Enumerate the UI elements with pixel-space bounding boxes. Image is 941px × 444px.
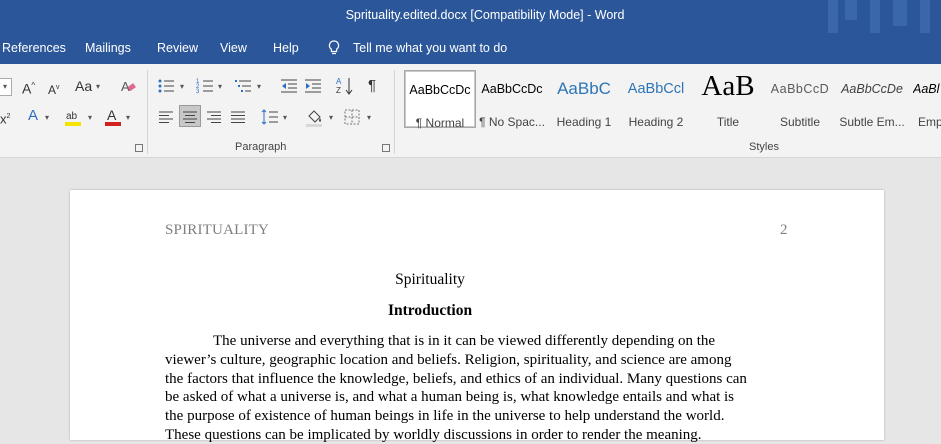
- multilevel-list-icon[interactable]: [234, 77, 252, 95]
- style-sample: AaBbCcD: [770, 82, 830, 96]
- tab-references[interactable]: References: [2, 41, 66, 55]
- superscript-icon[interactable]: x2: [0, 109, 10, 127]
- style-heading-2[interactable]: AaBbCcl Heading 2: [620, 70, 692, 129]
- tab-mailings[interactable]: Mailings: [85, 41, 131, 55]
- paragraph-line: the purpose of existence of human beings…: [165, 408, 725, 424]
- style-sample: AaBbC: [557, 79, 611, 98]
- chevron-down-icon: ▾: [3, 82, 8, 91]
- styles-group-label: Styles: [749, 141, 779, 153]
- style-sample: AaBbCcDc: [409, 83, 471, 97]
- lightbulb-icon[interactable]: [328, 40, 340, 56]
- increase-indent-icon[interactable]: [304, 77, 322, 95]
- tab-help[interactable]: Help: [273, 41, 299, 55]
- font-color-icon[interactable]: A: [104, 107, 122, 127]
- chevron-down-icon: ▾: [45, 113, 50, 122]
- highlight-icon[interactable]: ab: [64, 107, 84, 127]
- menu-bar: References Mailings Review View Help Tel…: [0, 33, 941, 64]
- style-name: Subtle Em...: [839, 115, 905, 129]
- divider: [394, 70, 395, 154]
- paragraph-group-label: Paragraph: [235, 141, 287, 153]
- align-right-icon[interactable]: [206, 109, 222, 125]
- numbering-icon[interactable]: 123: [196, 77, 214, 95]
- svg-text:A: A: [336, 77, 342, 86]
- style-heading-1[interactable]: AaBbC Heading 1: [548, 70, 620, 129]
- bullets-icon[interactable]: [157, 77, 175, 95]
- style-name: Heading 1: [556, 115, 612, 129]
- paragraph-dialog-launcher[interactable]: [382, 144, 390, 152]
- shrink-font-icon[interactable]: Av: [48, 80, 60, 98]
- paragraph-line: The universe and everything that is in i…: [213, 333, 716, 349]
- chevron-down-icon: ▾: [88, 113, 93, 122]
- chevron-down-icon: ▾: [218, 82, 223, 91]
- paragraph-line: the factors that influence the knowledge…: [165, 371, 747, 387]
- style-sample: AaB: [701, 70, 755, 102]
- paragraph-line: viewer’s culture, geographic location an…: [165, 352, 732, 368]
- grow-font-icon[interactable]: A^: [22, 78, 35, 97]
- svg-text:3: 3: [196, 89, 200, 95]
- align-center-icon[interactable]: [182, 109, 198, 125]
- style-name: ¶ No Spac...: [479, 115, 545, 129]
- chevron-down-icon: ▾: [367, 113, 372, 122]
- style-normal[interactable]: AaBbCcDc ¶ Normal: [404, 70, 476, 130]
- style-sample: AaBbCcDc: [481, 82, 543, 96]
- chevron-down-icon: ▾: [96, 82, 101, 91]
- decorative-pattern: [920, 0, 930, 33]
- svg-text:ab: ab: [66, 111, 78, 122]
- chevron-down-icon: ▾: [283, 113, 288, 122]
- running-header: SPIRITUALITY: [165, 222, 270, 238]
- tab-review[interactable]: Review: [157, 41, 198, 55]
- decorative-pattern: [845, 0, 857, 20]
- clear-formatting-icon[interactable]: A: [120, 78, 136, 94]
- paragraph-line: These questions can be implicated by wor…: [165, 427, 702, 443]
- chevron-down-icon: ▾: [180, 82, 185, 91]
- style-name: ¶ Normal: [415, 116, 465, 130]
- style-no-spacing[interactable]: AaBbCcDc ¶ No Spac...: [476, 70, 548, 129]
- paragraph-line: be asked of what a universe is, and what…: [165, 389, 735, 405]
- style-subtle-emphasis[interactable]: AaBbCcDe Subtle Em...: [836, 70, 908, 129]
- document-title: Spirituality: [395, 271, 465, 288]
- style-name: Title: [716, 115, 740, 129]
- tab-view[interactable]: View: [220, 41, 247, 55]
- font-dialog-launcher[interactable]: [135, 144, 143, 152]
- tell-me-search[interactable]: Tell me what you want to do: [353, 41, 507, 55]
- style-emphasis[interactable]: AaBl Emp: [908, 70, 941, 129]
- decorative-pattern: [893, 0, 907, 26]
- decrease-indent-icon[interactable]: [280, 77, 298, 95]
- borders-icon[interactable]: [344, 109, 360, 125]
- show-formatting-marks-icon[interactable]: ¶: [368, 78, 376, 94]
- divider: [147, 70, 148, 154]
- style-sample: AaBbCcDe: [841, 82, 903, 96]
- style-subtitle[interactable]: AaBbCcD Subtitle: [764, 70, 836, 129]
- sort-icon[interactable]: AZ: [336, 76, 354, 96]
- chevron-down-icon: ▾: [257, 82, 262, 91]
- style-name: Heading 2: [628, 115, 684, 129]
- decorative-pattern: [828, 0, 838, 33]
- window-title: Sprituality.edited.docx [Compatibility M…: [345, 8, 625, 22]
- style-sample: AaBl: [913, 82, 940, 96]
- style-name: Subtitle: [779, 115, 821, 129]
- page-number: 2: [780, 222, 788, 238]
- style-sample: AaBbCcl: [627, 81, 685, 97]
- shading-icon[interactable]: [305, 107, 325, 127]
- align-left-icon[interactable]: [158, 109, 174, 125]
- section-heading: Introduction: [387, 302, 473, 319]
- title-bar: Sprituality.edited.docx [Compatibility M…: [0, 0, 941, 33]
- decorative-pattern: [870, 0, 880, 33]
- svg-text:A: A: [107, 107, 117, 123]
- line-spacing-icon[interactable]: [261, 108, 279, 126]
- chevron-down-icon: ▾: [126, 113, 131, 122]
- style-title[interactable]: AaB Title: [692, 70, 764, 129]
- document-page[interactable]: SPIRITUALITY 2 Spirituality Introduction…: [70, 190, 884, 443]
- svg-text:Z: Z: [336, 86, 341, 95]
- text-effects-icon[interactable]: A: [28, 108, 38, 124]
- change-case-button[interactable]: Aa: [75, 78, 92, 94]
- justify-icon[interactable]: [230, 109, 246, 125]
- chevron-down-icon: ▾: [329, 113, 334, 122]
- style-name: Emp: [918, 115, 941, 129]
